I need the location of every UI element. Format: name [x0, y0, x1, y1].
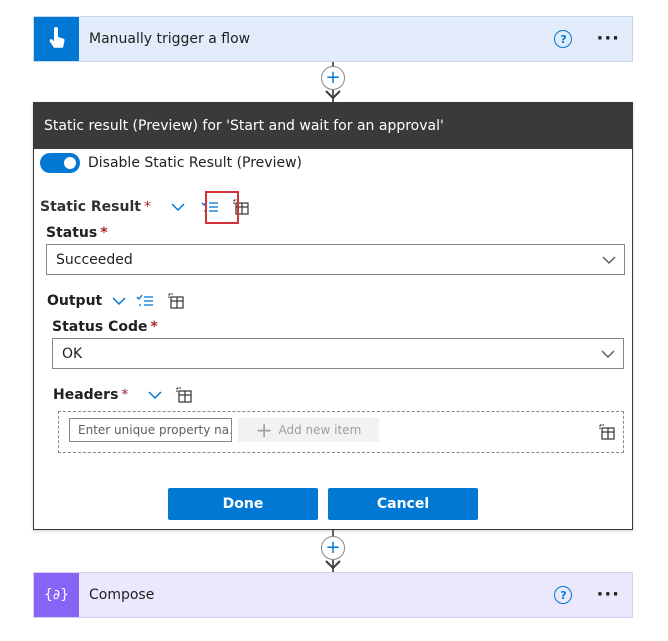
- status-label: Status *: [46, 225, 108, 241]
- add-new-item-button[interactable]: + Add new item: [238, 418, 379, 442]
- arrow-down-icon: [325, 90, 341, 100]
- plus-icon: +: [255, 418, 273, 442]
- insert-step-button[interactable]: +: [321, 536, 345, 560]
- status-code-label: Status Code *: [52, 319, 158, 335]
- connector-top: +: [321, 62, 345, 102]
- switch-to-json-icon[interactable]: [599, 424, 617, 440]
- more-options-icon[interactable]: ···: [596, 30, 620, 48]
- chevron-down-icon[interactable]: [148, 390, 162, 400]
- headers-box: Enter unique property na... + Add new it…: [58, 411, 624, 453]
- property-name-input[interactable]: Enter unique property na...: [69, 418, 232, 442]
- arrow-down-icon: [325, 560, 341, 570]
- help-icon[interactable]: ?: [554, 30, 573, 48]
- required-mark: *: [143, 199, 151, 215]
- compose-card[interactable]: {∂} Compose ? ···: [33, 572, 633, 618]
- connector-bottom: +: [321, 530, 345, 572]
- chevron-down-icon[interactable]: [112, 296, 126, 306]
- touch-icon: [34, 17, 79, 61]
- cancel-button[interactable]: Cancel: [328, 488, 478, 520]
- done-button[interactable]: Done: [168, 488, 318, 520]
- output-row: Output: [47, 293, 186, 309]
- trigger-title: Manually trigger a flow: [89, 31, 251, 47]
- status-dropdown[interactable]: Succeeded: [46, 244, 625, 275]
- chevron-down-icon: [602, 255, 616, 265]
- status-code-value: OK: [62, 345, 83, 362]
- headers-row: Headers *: [53, 387, 194, 403]
- more-options-icon[interactable]: ···: [596, 586, 620, 604]
- headers-label: Headers: [53, 387, 119, 403]
- panel-header: Static result (Preview) for 'Start and w…: [34, 103, 632, 149]
- switch-to-json-icon[interactable]: [168, 293, 186, 309]
- switch-to-json-icon[interactable]: [176, 387, 194, 403]
- toggle-label: Disable Static Result (Preview): [88, 155, 302, 171]
- help-icon[interactable]: ?: [554, 586, 573, 604]
- switch-to-list-icon[interactable]: [136, 294, 154, 308]
- highlight-box: [205, 191, 239, 224]
- static-result-label: Static Result: [40, 199, 141, 215]
- status-value: Succeeded: [56, 251, 133, 268]
- chevron-down-icon[interactable]: [171, 202, 185, 212]
- status-code-dropdown[interactable]: OK: [52, 338, 624, 369]
- insert-step-button[interactable]: +: [321, 66, 345, 90]
- disable-static-result-toggle-row: Disable Static Result (Preview): [40, 153, 302, 173]
- compose-icon: {∂}: [34, 573, 79, 617]
- output-label: Output: [47, 293, 103, 309]
- static-result-toggle[interactable]: [40, 153, 80, 173]
- compose-title: Compose: [89, 587, 155, 603]
- static-result-panel: Static result (Preview) for 'Start and w…: [33, 102, 633, 530]
- add-new-item-label: Add new item: [278, 423, 362, 437]
- chevron-down-icon: [601, 349, 615, 359]
- trigger-card[interactable]: Manually trigger a flow ? ···: [33, 16, 633, 62]
